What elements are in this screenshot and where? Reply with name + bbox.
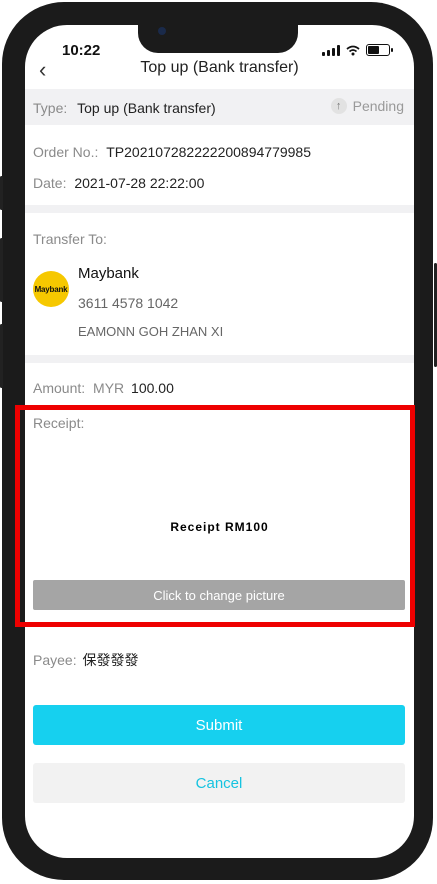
side-button-left-2 [0,238,3,302]
submit-button[interactable]: Submit [33,705,405,745]
side-button-left-1 [0,176,3,210]
camera-icon [158,27,166,35]
maybank-logo-icon: Maybank [33,271,69,307]
highlight-box [15,405,415,627]
payee-label: Payee: [33,652,77,668]
payee-row: Payee: 保發發發 [33,650,138,670]
status-text: Pending [352,98,404,114]
order-row: Order No.: TP202107282222200894779985 [33,144,311,160]
order-label: Order No.: [33,144,99,160]
side-button-left-3 [0,324,3,388]
amount-currency: MYR [93,380,125,396]
status-badge: ↑ Pending [330,98,404,114]
transfer-label: Transfer To: [33,231,107,247]
amount-row: Amount: MYR 100.00 [33,380,174,396]
upload-arrow-icon: ↑ [330,98,347,114]
payee-value: 保發發發 [82,652,139,668]
amount-value: 100.00 [131,380,174,396]
nav-bar: ‹ Top up (Bank transfer) [25,53,414,87]
type-row: Type: Top up (Bank transfer) [33,100,216,116]
date-label: Date: [33,175,67,191]
divider [25,205,414,213]
page-title: Top up (Bank transfer) [140,59,299,76]
type-value: Top up (Bank transfer) [77,100,216,116]
bank-name: Maybank [78,265,139,282]
divider [25,355,414,363]
order-value: TP202107282222200894779985 [106,144,312,160]
date-row: Date: 2021-07-28 22:22:00 [33,175,204,191]
amount-label: Amount: [33,380,86,396]
transfer-label-row: Transfer To: [33,231,107,247]
notch [138,25,298,53]
account-number: 3611 4578 1042 [78,295,179,311]
date-value: 2021-07-28 22:22:00 [74,175,205,191]
account-holder: EAMONN GOH ZHAN XI [78,324,224,339]
cancel-button[interactable]: Cancel [33,763,405,803]
type-label: Type: [33,100,68,116]
